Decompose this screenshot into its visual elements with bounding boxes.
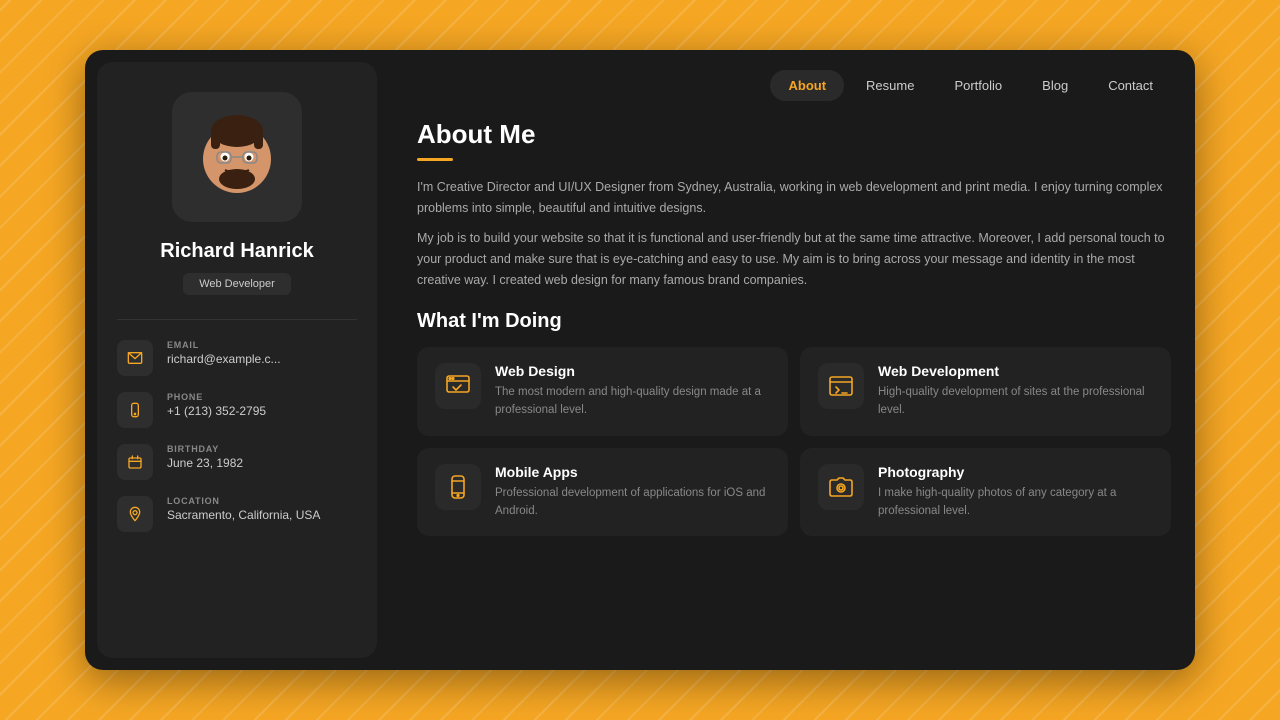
email-value: richard@example.c... <box>167 352 281 366</box>
nav-resume[interactable]: Resume <box>848 70 932 101</box>
phone-value: +1 (213) 352-2795 <box>167 404 266 418</box>
location-value: Sacramento, California, USA <box>167 508 320 522</box>
photo-desc: I make high-quality photos of any catego… <box>878 485 1153 521</box>
mobile-title: Mobile Apps <box>495 464 770 480</box>
web-design-icon <box>435 363 481 409</box>
nav-bar: About Resume Portfolio Blog Contact <box>417 70 1171 101</box>
about-para2: My job is to build your website so that … <box>417 228 1171 290</box>
about-title: About Me <box>417 119 1171 150</box>
mobile-desc: Professional development of applications… <box>495 485 770 521</box>
web-design-title: Web Design <box>495 363 770 379</box>
about-para1: I'm Creative Director and UI/UX Designer… <box>417 177 1171 218</box>
photo-title: Photography <box>878 464 1153 480</box>
user-role-badge: Web Developer <box>183 273 291 295</box>
main-card: Richard Hanrick Web Developer EMAIL rich… <box>85 50 1195 670</box>
user-name: Richard Hanrick <box>160 240 313 263</box>
birthday-label: BIRTHDAY <box>167 444 243 454</box>
sidebar-divider <box>117 319 357 320</box>
web-dev-title: Web Development <box>878 363 1153 379</box>
service-photo: Photography I make high-quality photos o… <box>800 448 1171 537</box>
avatar <box>172 92 302 222</box>
web-design-desc: The most modern and high-quality design … <box>495 384 770 420</box>
email-label: EMAIL <box>167 340 281 350</box>
location-icon <box>117 496 153 532</box>
phone-label: PHONE <box>167 392 266 402</box>
what-doing-title: What I'm Doing <box>417 310 1171 333</box>
mobile-icon <box>435 464 481 510</box>
contact-list: EMAIL richard@example.c... PHONE +1 (213… <box>117 340 357 532</box>
contact-phone: PHONE +1 (213) 352-2795 <box>117 392 357 428</box>
services-grid: Web Design The most modern and high-qual… <box>417 347 1171 536</box>
nav-portfolio[interactable]: Portfolio <box>936 70 1020 101</box>
contact-birthday: BIRTHDAY June 23, 1982 <box>117 444 357 480</box>
service-web-design: Web Design The most modern and high-qual… <box>417 347 788 436</box>
service-mobile: Mobile Apps Professional development of … <box>417 448 788 537</box>
nav-contact[interactable]: Contact <box>1090 70 1171 101</box>
phone-icon <box>117 392 153 428</box>
email-icon <box>117 340 153 376</box>
service-web-dev: Web Development High-quality development… <box>800 347 1171 436</box>
location-label: LOCATION <box>167 496 320 506</box>
main-content: About Resume Portfolio Blog Contact Abou… <box>389 50 1195 670</box>
birthday-value: June 23, 1982 <box>167 456 243 470</box>
contact-email: EMAIL richard@example.c... <box>117 340 357 376</box>
contact-location: LOCATION Sacramento, California, USA <box>117 496 357 532</box>
web-dev-desc: High-quality development of sites at the… <box>878 384 1153 420</box>
nav-blog[interactable]: Blog <box>1024 70 1086 101</box>
web-dev-icon <box>818 363 864 409</box>
photo-icon <box>818 464 864 510</box>
nav-about[interactable]: About <box>770 70 844 101</box>
about-section: About Me I'm Creative Director and UI/UX… <box>417 119 1171 300</box>
title-underline <box>417 158 453 161</box>
sidebar: Richard Hanrick Web Developer EMAIL rich… <box>97 62 377 658</box>
birthday-icon <box>117 444 153 480</box>
